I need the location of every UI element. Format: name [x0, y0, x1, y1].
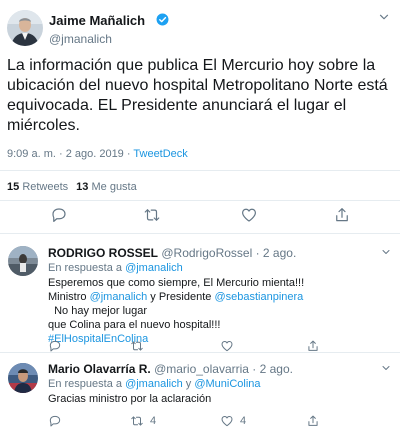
share-icon[interactable]: [333, 206, 351, 224]
retweets-label[interactable]: Retweets: [22, 181, 68, 193]
verified-badge-icon: [156, 13, 169, 26]
tweet-timestamp: 9:09 a. m. · 2 ago. 2019 · TweetDeck: [7, 148, 188, 160]
retweet-icon[interactable]: [130, 414, 144, 428]
text-fragment: y: [182, 378, 195, 390]
divider: [0, 352, 400, 353]
chevron-down-icon[interactable]: [380, 362, 392, 374]
retweets-count[interactable]: 15: [7, 181, 19, 193]
reply-author-name[interactable]: RODRIGO ROSSEL: [48, 246, 158, 260]
reply-header: RODRIGO ROSSEL @RodrigoRossel · 2 ago.: [48, 246, 296, 260]
reply-text-line: Ministro @jmanalich y Presidente @sebast…: [48, 290, 390, 318]
reply-author-handle[interactable]: @mario_olavarria · 2 ago.: [154, 362, 293, 376]
tweet-client-link[interactable]: TweetDeck: [133, 148, 187, 160]
reply-actions: 4 4: [48, 413, 388, 429]
likes-label[interactable]: Me gusta: [91, 181, 136, 193]
share-icon[interactable]: [306, 339, 320, 353]
reply-icon[interactable]: [48, 414, 62, 428]
reply-icon[interactable]: [50, 206, 68, 224]
reply-avatar[interactable]: [8, 246, 38, 276]
tweet-text: La información que publica El Mercurio h…: [7, 57, 388, 134]
reply-context: En respuesta a @jmanalich y @MuniColina: [48, 378, 261, 390]
reply-text-line: Esperemos que como siempre, El Mercurio …: [48, 277, 305, 289]
mention-link[interactable]: @MuniColina: [194, 378, 260, 390]
like-icon[interactable]: [220, 339, 234, 353]
tweet-time[interactable]: 9:09 a. m. · 2 ago. 2019 ·: [7, 148, 133, 160]
reply-author-name[interactable]: Mario Olavarría R.: [48, 362, 151, 376]
reply-text-line: que Colina para el nuevo hospital!!!: [48, 319, 221, 331]
like-icon[interactable]: [240, 206, 258, 224]
chevron-down-icon[interactable]: [380, 246, 392, 258]
like-count: 4: [240, 415, 247, 427]
reply-avatar[interactable]: [8, 363, 38, 393]
tweet-actions: [0, 206, 400, 228]
reply-author-handle[interactable]: @RodrigoRossel · 2 ago.: [161, 246, 296, 260]
author-avatar[interactable]: [7, 10, 43, 46]
mention-link[interactable]: @jmanalich: [125, 262, 183, 274]
text-fragment: Ministro: [48, 291, 90, 303]
reply-action[interactable]: [48, 413, 62, 429]
mention-link[interactable]: @jmanalich: [90, 291, 148, 303]
reply-icon[interactable]: [48, 339, 62, 353]
reply-context: En respuesta a @jmanalich: [48, 262, 183, 274]
share-action[interactable]: [306, 413, 320, 429]
share-icon[interactable]: [306, 414, 320, 428]
divider: [0, 200, 400, 201]
text-fragment: y Presidente: [147, 291, 215, 303]
likes-count[interactable]: 13: [76, 181, 88, 193]
divider: [0, 170, 400, 171]
retweet-count: 4: [150, 415, 157, 427]
retweet-icon[interactable]: [130, 339, 144, 353]
retweet-icon[interactable]: [143, 206, 161, 224]
mention-link[interactable]: @sebastianpinera: [214, 291, 303, 303]
reply-text: Esperemos que como siempre, El Mercurio …: [48, 276, 390, 346]
author-handle[interactable]: @jmanalich: [49, 32, 112, 46]
reply-header: Mario Olavarría R. @mario_olavarria · 2 …: [48, 362, 293, 376]
reply-context-label: En respuesta a: [48, 262, 126, 274]
reply-text: Gracias ministro por la aclaración: [48, 393, 212, 405]
like-action[interactable]: 4: [220, 413, 246, 429]
author-name[interactable]: Jaime Mañalich: [49, 13, 145, 28]
chevron-down-icon[interactable]: [377, 10, 391, 24]
divider: [0, 233, 400, 234]
reply-context-label: En respuesta a: [48, 378, 126, 390]
tweet-author: Jaime Mañalich @jmanalich: [7, 10, 397, 50]
mention-link[interactable]: @jmanalich: [125, 378, 183, 390]
retweet-action[interactable]: 4: [130, 413, 156, 429]
text-fragment: No hay mejor lugar: [48, 305, 148, 317]
like-icon[interactable]: [220, 414, 234, 428]
tweet-stats: 15 Retweets 13 Me gusta: [7, 181, 137, 193]
